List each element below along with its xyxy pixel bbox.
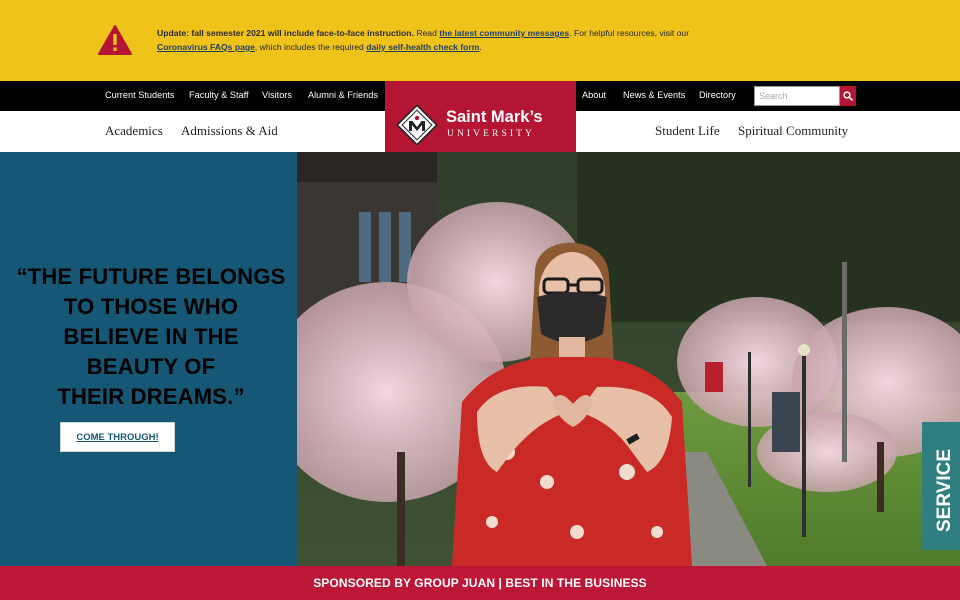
- alert-banner: Update: fall semester 2021 will include …: [0, 0, 960, 81]
- service-banner-text: SERVICE: [934, 449, 955, 532]
- coronavirus-faqs-link[interactable]: Coronavirus FAQs page: [157, 42, 255, 52]
- utility-link-directory[interactable]: Directory: [699, 90, 736, 100]
- health-check-form-link[interactable]: daily self-health check form: [366, 42, 479, 52]
- search-button[interactable]: [840, 86, 856, 106]
- hero-quote: “THE FUTURE BELONGS TO THOSE WHO BELIEVE…: [6, 262, 296, 412]
- alert-text: , which includes the required: [254, 41, 367, 52]
- alert-lead: Update: fall semester 2021 will include …: [157, 28, 414, 38]
- quote-line: BEAUTY OF: [86, 354, 216, 379]
- alert-text: . For helpful resources, visit our: [569, 28, 690, 38]
- quote-line: THEIR DREAMS.”: [57, 384, 245, 409]
- diamond-crest-icon: [397, 105, 437, 145]
- utility-link-about[interactable]: About: [582, 90, 606, 100]
- utility-link-news-events[interactable]: News & Events: [623, 90, 685, 100]
- utility-link-alumni-friends[interactable]: Alumni & Friends: [308, 90, 378, 100]
- alert-message: Update: fall semester 2021 will include …: [157, 27, 697, 54]
- magnifier-icon: [843, 91, 853, 101]
- utility-link-visitors[interactable]: Visitors: [262, 90, 292, 100]
- warning-triangle-icon: [98, 25, 132, 55]
- nav-spiritual-community[interactable]: Spiritual Community: [738, 123, 848, 139]
- hero-photo: SERVICE: [297, 152, 960, 566]
- alert-text: Read: [413, 28, 440, 38]
- quote-line: BELIEVE IN THE: [63, 324, 239, 349]
- search-input[interactable]: [754, 86, 840, 106]
- quote-line: “THE FUTURE BELONGS: [16, 264, 286, 289]
- nav-student-life[interactable]: Student Life: [655, 123, 720, 139]
- come-through-button[interactable]: COME THROUGH!: [60, 422, 175, 452]
- quote-line: TO THOSE WHO: [63, 294, 239, 319]
- community-messages-link[interactable]: the latest community messages: [439, 28, 569, 38]
- sponsor-bar: SPONSORED BY GROUP JUAN | BEST IN THE BU…: [0, 566, 960, 600]
- nav-academics[interactable]: Academics: [105, 123, 163, 139]
- utility-link-current-students[interactable]: Current Students: [105, 90, 174, 100]
- nav-admissions-aid[interactable]: Admissions & Aid: [181, 123, 278, 139]
- logo-subtitle: UNIVERSITY: [447, 129, 535, 139]
- alert-text: .: [479, 41, 482, 52]
- sponsor-text: SPONSORED BY GROUP JUAN | BEST IN THE BU…: [313, 576, 647, 590]
- logo-name: Saint Mark’s: [446, 108, 543, 126]
- campus-photo: SERVICE: [297, 152, 960, 566]
- utility-link-faculty-staff[interactable]: Faculty & Staff: [189, 90, 249, 100]
